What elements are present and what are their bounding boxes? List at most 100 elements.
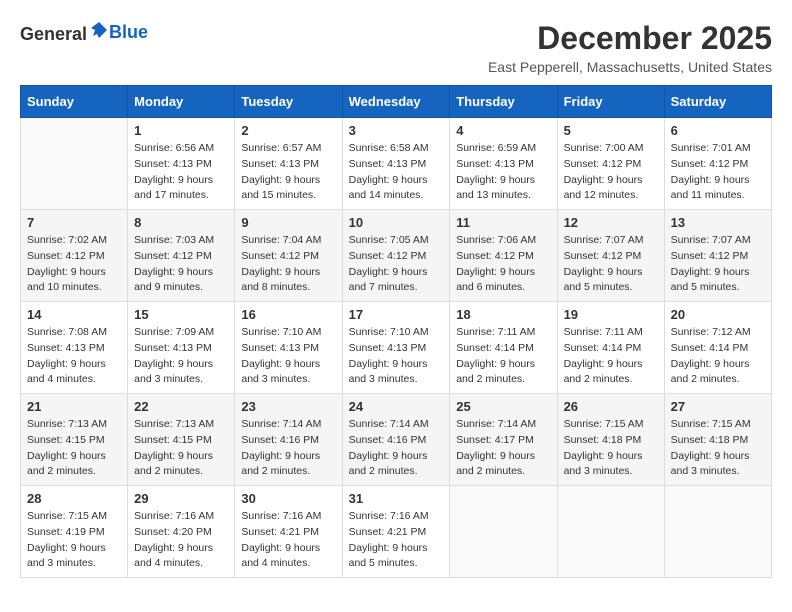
day-number: 10 xyxy=(349,215,444,230)
day-number: 27 xyxy=(671,399,765,414)
day-info: Sunrise: 7:09 AMSunset: 4:13 PMDaylight:… xyxy=(134,325,228,388)
day-info: Sunrise: 7:01 AMSunset: 4:12 PMDaylight:… xyxy=(671,141,765,204)
day-number: 5 xyxy=(564,123,658,138)
day-number: 16 xyxy=(241,307,335,322)
calendar-day-cell: 16 Sunrise: 7:10 AMSunset: 4:13 PMDayligh… xyxy=(235,302,342,394)
day-number: 24 xyxy=(349,399,444,414)
month-title: December 2025 xyxy=(488,20,772,57)
logo-general-text: General xyxy=(20,24,87,44)
day-number: 1 xyxy=(134,123,228,138)
header: General Blue December 2025 East Pepperel… xyxy=(20,20,772,75)
day-info: Sunrise: 6:58 AMSunset: 4:13 PMDaylight:… xyxy=(349,141,444,204)
title-area: December 2025 East Pepperell, Massachuse… xyxy=(488,20,772,75)
day-number: 20 xyxy=(671,307,765,322)
day-number: 23 xyxy=(241,399,335,414)
calendar-day-cell: 18Sunrise: 7:11 AMSunset: 4:14 PMDayligh… xyxy=(450,302,557,394)
location-title: East Pepperell, Massachusetts, United St… xyxy=(488,59,772,75)
calendar-week-row: 21 Sunrise: 7:13 AMSunset: 4:15 PMDayligh… xyxy=(21,394,772,486)
day-info: Sunrise: 7:06 AMSunset: 4:12 PMDaylight:… xyxy=(456,233,550,296)
calendar-header-cell: Tuesday xyxy=(235,86,342,118)
calendar-header-cell: Sunday xyxy=(21,86,128,118)
logo-blue-text: Blue xyxy=(109,22,148,42)
calendar-header-cell: Thursday xyxy=(450,86,557,118)
day-number: 8 xyxy=(134,215,228,230)
calendar-day-cell: 14Sunrise: 7:08 AMSunset: 4:13 PMDayligh… xyxy=(21,302,128,394)
day-number: 22 xyxy=(134,399,228,414)
calendar-day-cell: 22 Sunrise: 7:13 AMSunset: 4:15 PMDayligh… xyxy=(128,394,235,486)
day-info: Sunrise: 7:12 AMSunset: 4:14 PMDaylight:… xyxy=(671,325,765,388)
calendar-day-cell: 17 Sunrise: 7:10 AMSunset: 4:13 PMDayligh… xyxy=(342,302,450,394)
calendar-day-cell: 19 Sunrise: 7:11 AMSunset: 4:14 PMDayligh… xyxy=(557,302,664,394)
day-info: Sunrise: 7:15 AMSunset: 4:18 PMDaylight:… xyxy=(671,417,765,480)
calendar-day-cell: 12 Sunrise: 7:07 AMSunset: 4:12 PMDayligh… xyxy=(557,210,664,302)
day-number: 4 xyxy=(456,123,550,138)
day-number: 25 xyxy=(456,399,550,414)
calendar-day-cell: 7 Sunrise: 7:02 AMSunset: 4:12 PMDaylight… xyxy=(21,210,128,302)
day-info: Sunrise: 7:16 AMSunset: 4:21 PMDaylight:… xyxy=(241,509,335,572)
calendar-week-row: 1 Sunrise: 6:56 AMSunset: 4:13 PMDaylight… xyxy=(21,118,772,210)
calendar-day-cell: 29 Sunrise: 7:16 AMSunset: 4:20 PMDayligh… xyxy=(128,486,235,578)
calendar-day-cell: 26 Sunrise: 7:15 AMSunset: 4:18 PMDayligh… xyxy=(557,394,664,486)
calendar-day-cell: 15 Sunrise: 7:09 AMSunset: 4:13 PMDayligh… xyxy=(128,302,235,394)
day-number: 6 xyxy=(671,123,765,138)
day-number: 9 xyxy=(241,215,335,230)
day-info: Sunrise: 7:11 AMSunset: 4:14 PMDaylight:… xyxy=(564,325,658,388)
calendar-day-cell: 10 Sunrise: 7:05 AMSunset: 4:12 PMDayligh… xyxy=(342,210,450,302)
calendar-day-cell: 20 Sunrise: 7:12 AMSunset: 4:14 PMDayligh… xyxy=(664,302,771,394)
calendar-day-cell xyxy=(664,486,771,578)
day-number: 11 xyxy=(456,215,550,230)
day-number: 29 xyxy=(134,491,228,506)
day-info: Sunrise: 6:57 AMSunset: 4:13 PMDaylight:… xyxy=(241,141,335,204)
calendar-week-row: 28 Sunrise: 7:15 AMSunset: 4:19 PMDayligh… xyxy=(21,486,772,578)
day-info: Sunrise: 7:02 AMSunset: 4:12 PMDaylight:… xyxy=(27,233,121,296)
logo: General Blue xyxy=(20,20,148,45)
day-info: Sunrise: 7:13 AMSunset: 4:15 PMDaylight:… xyxy=(134,417,228,480)
calendar-table: SundayMondayTuesdayWednesdayThursdayFrid… xyxy=(20,85,772,578)
day-info: Sunrise: 6:56 AMSunset: 4:13 PMDaylight:… xyxy=(134,141,228,204)
day-info: Sunrise: 7:10 AMSunset: 4:13 PMDaylight:… xyxy=(241,325,335,388)
calendar-day-cell: 5Sunrise: 7:00 AMSunset: 4:12 PMDaylight… xyxy=(557,118,664,210)
day-number: 26 xyxy=(564,399,658,414)
day-info: Sunrise: 7:14 AMSunset: 4:16 PMDaylight:… xyxy=(241,417,335,480)
day-number: 30 xyxy=(241,491,335,506)
day-number: 12 xyxy=(564,215,658,230)
day-number: 17 xyxy=(349,307,444,322)
day-number: 15 xyxy=(134,307,228,322)
day-info: Sunrise: 7:13 AMSunset: 4:15 PMDaylight:… xyxy=(27,417,121,480)
day-info: Sunrise: 7:07 AMSunset: 4:12 PMDaylight:… xyxy=(564,233,658,296)
day-number: 3 xyxy=(349,123,444,138)
day-info: Sunrise: 7:05 AMSunset: 4:12 PMDaylight:… xyxy=(349,233,444,296)
day-number: 13 xyxy=(671,215,765,230)
logo-icon xyxy=(89,20,109,40)
calendar-day-cell: 8 Sunrise: 7:03 AMSunset: 4:12 PMDaylight… xyxy=(128,210,235,302)
day-number: 28 xyxy=(27,491,121,506)
calendar-day-cell: 24 Sunrise: 7:14 AMSunset: 4:16 PMDayligh… xyxy=(342,394,450,486)
day-number: 21 xyxy=(27,399,121,414)
day-number: 19 xyxy=(564,307,658,322)
day-number: 2 xyxy=(241,123,335,138)
calendar-day-cell: 1 Sunrise: 6:56 AMSunset: 4:13 PMDaylight… xyxy=(128,118,235,210)
day-info: Sunrise: 7:03 AMSunset: 4:12 PMDaylight:… xyxy=(134,233,228,296)
calendar-day-cell: 2 Sunrise: 6:57 AMSunset: 4:13 PMDaylight… xyxy=(235,118,342,210)
calendar-day-cell xyxy=(21,118,128,210)
calendar-header-row: SundayMondayTuesdayWednesdayThursdayFrid… xyxy=(21,86,772,118)
calendar-body: 1 Sunrise: 6:56 AMSunset: 4:13 PMDaylight… xyxy=(21,118,772,578)
day-number: 18 xyxy=(456,307,550,322)
day-info: Sunrise: 7:07 AMSunset: 4:12 PMDaylight:… xyxy=(671,233,765,296)
day-info: Sunrise: 7:15 AMSunset: 4:18 PMDaylight:… xyxy=(564,417,658,480)
day-info: Sunrise: 7:16 AMSunset: 4:20 PMDaylight:… xyxy=(134,509,228,572)
day-info: Sunrise: 7:10 AMSunset: 4:13 PMDaylight:… xyxy=(349,325,444,388)
day-info: Sunrise: 7:15 AMSunset: 4:19 PMDaylight:… xyxy=(27,509,121,572)
calendar-day-cell: 28 Sunrise: 7:15 AMSunset: 4:19 PMDayligh… xyxy=(21,486,128,578)
day-number: 7 xyxy=(27,215,121,230)
calendar-header-cell: Monday xyxy=(128,86,235,118)
calendar-week-row: 14Sunrise: 7:08 AMSunset: 4:13 PMDayligh… xyxy=(21,302,772,394)
day-info: Sunrise: 7:14 AMSunset: 4:16 PMDaylight:… xyxy=(349,417,444,480)
calendar-day-cell: 27 Sunrise: 7:15 AMSunset: 4:18 PMDayligh… xyxy=(664,394,771,486)
day-info: Sunrise: 7:08 AMSunset: 4:13 PMDaylight:… xyxy=(27,325,121,388)
day-info: Sunrise: 7:04 AMSunset: 4:12 PMDaylight:… xyxy=(241,233,335,296)
calendar-day-cell xyxy=(557,486,664,578)
calendar-day-cell xyxy=(450,486,557,578)
calendar-day-cell: 23 Sunrise: 7:14 AMSunset: 4:16 PMDayligh… xyxy=(235,394,342,486)
calendar-day-cell: 25Sunrise: 7:14 AMSunset: 4:17 PMDayligh… xyxy=(450,394,557,486)
